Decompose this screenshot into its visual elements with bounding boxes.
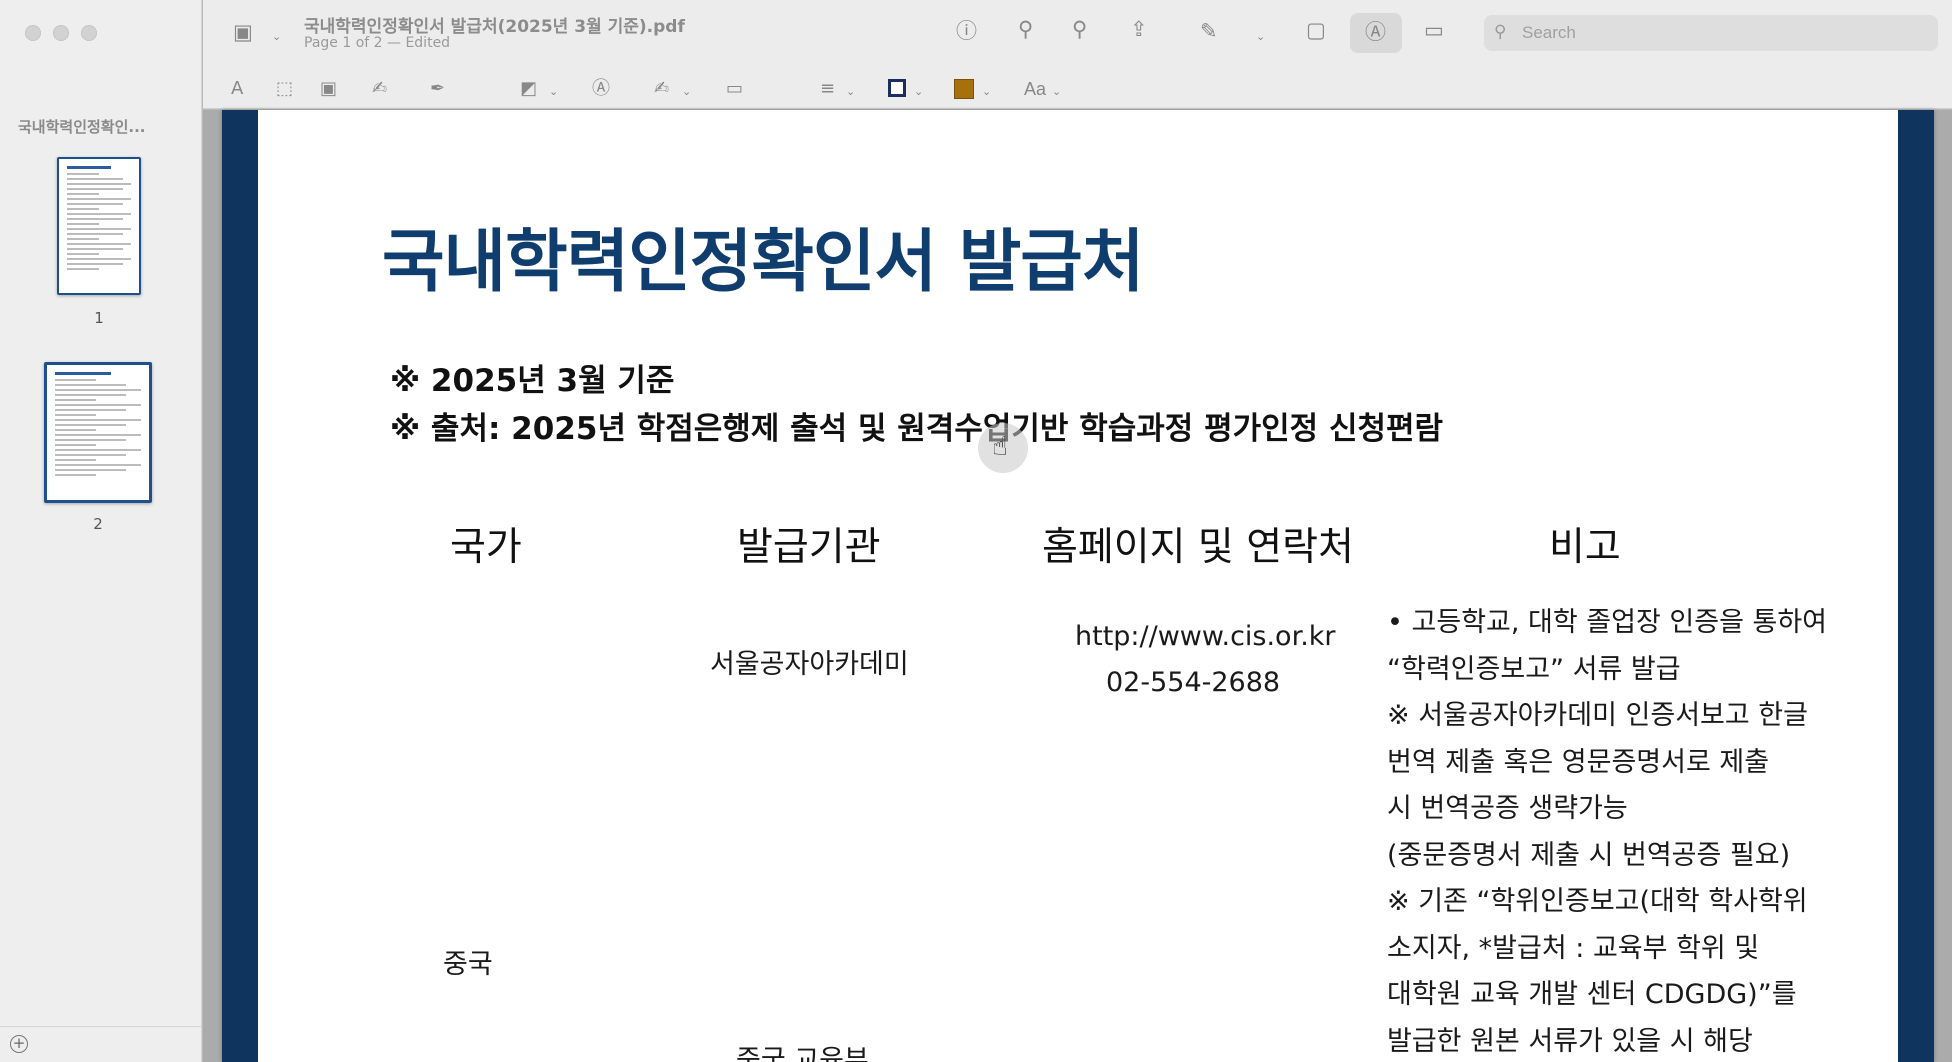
page-thumbnail-1-label: 1: [94, 309, 104, 327]
markup-toolbar: [203, 65, 1952, 109]
remark-line: 소지자, *발급처 : 교육부 학위 및: [1387, 932, 1760, 964]
chevron-down-icon[interactable]: ⌄: [982, 85, 991, 98]
institution-cell-2: 중국 교육부: [736, 1045, 869, 1062]
remark-line: 번역 제출 혹은 영문증명서로 제출: [1387, 746, 1770, 778]
remark-line: 발급한 원본 서류가 있을 시 해당: [1387, 1025, 1753, 1057]
pointer-cursor: ☝: [978, 423, 1028, 473]
page-thumbnail-2[interactable]: [44, 362, 152, 503]
website-link[interactable]: http://www.cis.or.kr: [1075, 621, 1336, 652]
line-style-icon[interactable]: ≡: [820, 80, 835, 98]
pdf-page: 국내학력인정확인서 발급처 ※ 2025년 3월 기준 ※ 출처: 2025년 …: [222, 110, 1934, 1062]
institution-cell: 서울공자아카데미: [710, 649, 909, 680]
document-heading: 국내학력인정확인서 발급처: [382, 223, 1144, 302]
chevron-down-icon[interactable]: ⌄: [272, 30, 281, 43]
note-source: ※ 출처: 2025년 학점은행제 출석 및 원격수업기반 학습과정 평가인정 …: [390, 411, 1444, 447]
redact-icon[interactable]: ▭: [1424, 20, 1444, 41]
remark-line: • 고등학교, 대학 졸업장 인증을 통하여: [1387, 607, 1828, 638]
sketch-icon[interactable]: ✍: [372, 80, 387, 98]
remark-line: 대학원 교육 개발 센터 CDGDG)”를: [1387, 979, 1797, 1010]
phone-cell: 02-554-2688: [1106, 667, 1281, 698]
search-icon: ⚲: [1494, 22, 1507, 42]
chevron-down-icon[interactable]: ⌄: [914, 85, 923, 98]
info-icon[interactable]: ⓘ: [956, 21, 977, 42]
zoom-out-icon[interactable]: ⚲: [1018, 19, 1033, 40]
fill-color-icon[interactable]: [954, 79, 974, 99]
markup-icon: Ⓐ: [1365, 20, 1386, 44]
table-header-contact: 홈페이지 및 연락처: [1042, 525, 1354, 570]
text-selection-icon[interactable]: A: [231, 80, 243, 98]
close-window-button[interactable]: [25, 25, 41, 41]
chevron-down-icon[interactable]: ⌄: [1256, 30, 1265, 43]
chevron-down-icon[interactable]: ⌄: [1052, 85, 1061, 98]
document-title: 국내학력인정확인서 발급처(2025년 3월 기준).pdf: [304, 17, 685, 37]
window-controls: [25, 25, 97, 41]
search-field[interactable]: ⚲: [1484, 15, 1938, 51]
hand-pointer-icon: ☝: [992, 432, 1008, 462]
remark-line: ※ 서울공자아카데미 인증서보고 한글: [1387, 700, 1808, 731]
page-border-left: [222, 110, 258, 1062]
markup-toggle-button[interactable]: Ⓐ: [1350, 13, 1402, 53]
border-color-icon[interactable]: [888, 79, 906, 97]
page-border-right: [1898, 110, 1934, 1062]
thumbnail-sidebar: 국내학력인정확인... 1 2 +: [0, 0, 202, 1062]
rotate-icon[interactable]: ▢: [1306, 20, 1326, 41]
sidebar-document-title: 국내학력인정확인...: [18, 118, 146, 136]
document-subtitle: Page 1 of 2 — Edited: [304, 35, 451, 51]
highlight-pen-icon[interactable]: ✎: [1200, 21, 1218, 42]
minimize-window-button[interactable]: [53, 25, 69, 41]
share-icon[interactable]: ⇪: [1130, 19, 1148, 40]
remark-line: “학력인증보고” 서류 발급: [1387, 653, 1681, 685]
sidebar-footer: +: [0, 1026, 202, 1062]
chevron-down-icon[interactable]: ⌄: [846, 85, 855, 98]
zoom-window-button[interactable]: [81, 25, 97, 41]
chevron-down-icon[interactable]: ⌄: [549, 85, 558, 98]
sidebar-toggle-icon[interactable]: ▣: [233, 22, 253, 43]
table-header-institution: 발급기관: [737, 525, 881, 570]
smart-lasso-icon[interactable]: ▣: [320, 80, 337, 98]
remark-line: 시 번역공증 생략가능: [1387, 793, 1628, 824]
text-style-icon[interactable]: Aa: [1024, 80, 1046, 98]
zoom-in-icon[interactable]: ⚲: [1072, 19, 1087, 40]
note-icon[interactable]: ▭: [726, 80, 743, 98]
rect-selection-icon[interactable]: ⬚: [276, 80, 293, 98]
signature-icon[interactable]: ✍: [654, 80, 669, 98]
remarks-cell: • 고등학교, 대학 졸업장 인증을 통하여 “학력인증보고” 서류 발급 ※ …: [1387, 600, 1827, 1062]
text-box-icon[interactable]: Ⓐ: [592, 80, 610, 98]
note-date: ※ 2025년 3월 기준: [390, 363, 675, 399]
chevron-down-icon[interactable]: ⌄: [682, 85, 691, 98]
search-input[interactable]: [1522, 19, 1922, 47]
page-thumbnail-1[interactable]: [57, 157, 141, 295]
table-header-remarks: 비고: [1549, 525, 1621, 570]
add-page-icon[interactable]: +: [10, 1035, 28, 1053]
country-cell: 중국: [443, 949, 493, 980]
remark-line: (중문증명서 제출 시 번역공증 필요): [1387, 839, 1791, 871]
table-header-country: 국가: [450, 525, 522, 570]
draw-icon[interactable]: ✒: [430, 80, 445, 98]
page-thumbnail-2-label: 2: [93, 515, 103, 533]
remark-line: ※ 기존 “학위인증보고(대학 학사학위: [1387, 886, 1808, 917]
shapes-icon[interactable]: ◩: [520, 80, 537, 98]
